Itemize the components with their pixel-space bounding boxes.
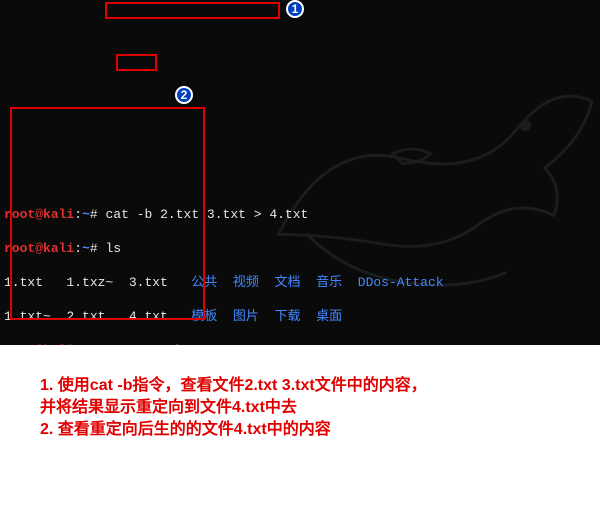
- ls-file-4txt: 4.txt: [129, 309, 168, 324]
- prompt-host: kali: [43, 207, 74, 222]
- ls-ddos-attack: DDos-Attack: [358, 275, 444, 290]
- terminal-content: root@kali:~# cat -b 2.txt 3.txt > 4.txt …: [4, 189, 596, 345]
- prompt-user: root: [4, 207, 35, 222]
- explain-line-2: 并将结果显示重定向到文件4.txt中去: [40, 397, 580, 419]
- command-cat-redirect: cat -b 2.txt 3.txt > 4.txt: [106, 207, 309, 222]
- prompt-line-ls: root@kali:~# ls: [4, 240, 596, 257]
- explanation-panel: 1. 使用cat -b指令，查看文件2.txt 3.txt文件中的内容， 并将结…: [0, 345, 600, 441]
- command-ls: ls: [106, 241, 122, 256]
- prompt-line-cat-bs: root@kali:~# cat 4.txt\: [4, 342, 596, 345]
- explain-line-1: 1. 使用cat -b指令，查看文件2.txt 3.txt文件中的内容，: [40, 375, 580, 397]
- explain-line-3: 2. 查看重定向后生的的文件4.txt中的内容: [40, 419, 580, 441]
- prompt-line-0: root@kali:~# cat -b 2.txt 3.txt > 4.txt: [4, 206, 596, 223]
- command-cat4-bs: cat 4.txt\: [106, 343, 184, 345]
- highlight-box-file-4txt: [116, 54, 157, 71]
- callout-badge-2: 2: [175, 86, 193, 104]
- terminal-window[interactable]: 1 2 root@kali:~# cat -b 2.txt 3.txt > 4.…: [0, 0, 600, 345]
- highlight-box-command-1: [105, 2, 280, 19]
- ls-output-row-1: 1.txt 1.txz~ 3.txt 公共 视频 文档 音乐 DDos-Atta…: [4, 274, 596, 291]
- ls-output-row-2: 1.txt~ 2.txt 4.txt 模板 图片 下载 桌面: [4, 308, 596, 325]
- prompt-path: ~: [82, 207, 90, 222]
- callout-badge-1: 1: [286, 0, 304, 18]
